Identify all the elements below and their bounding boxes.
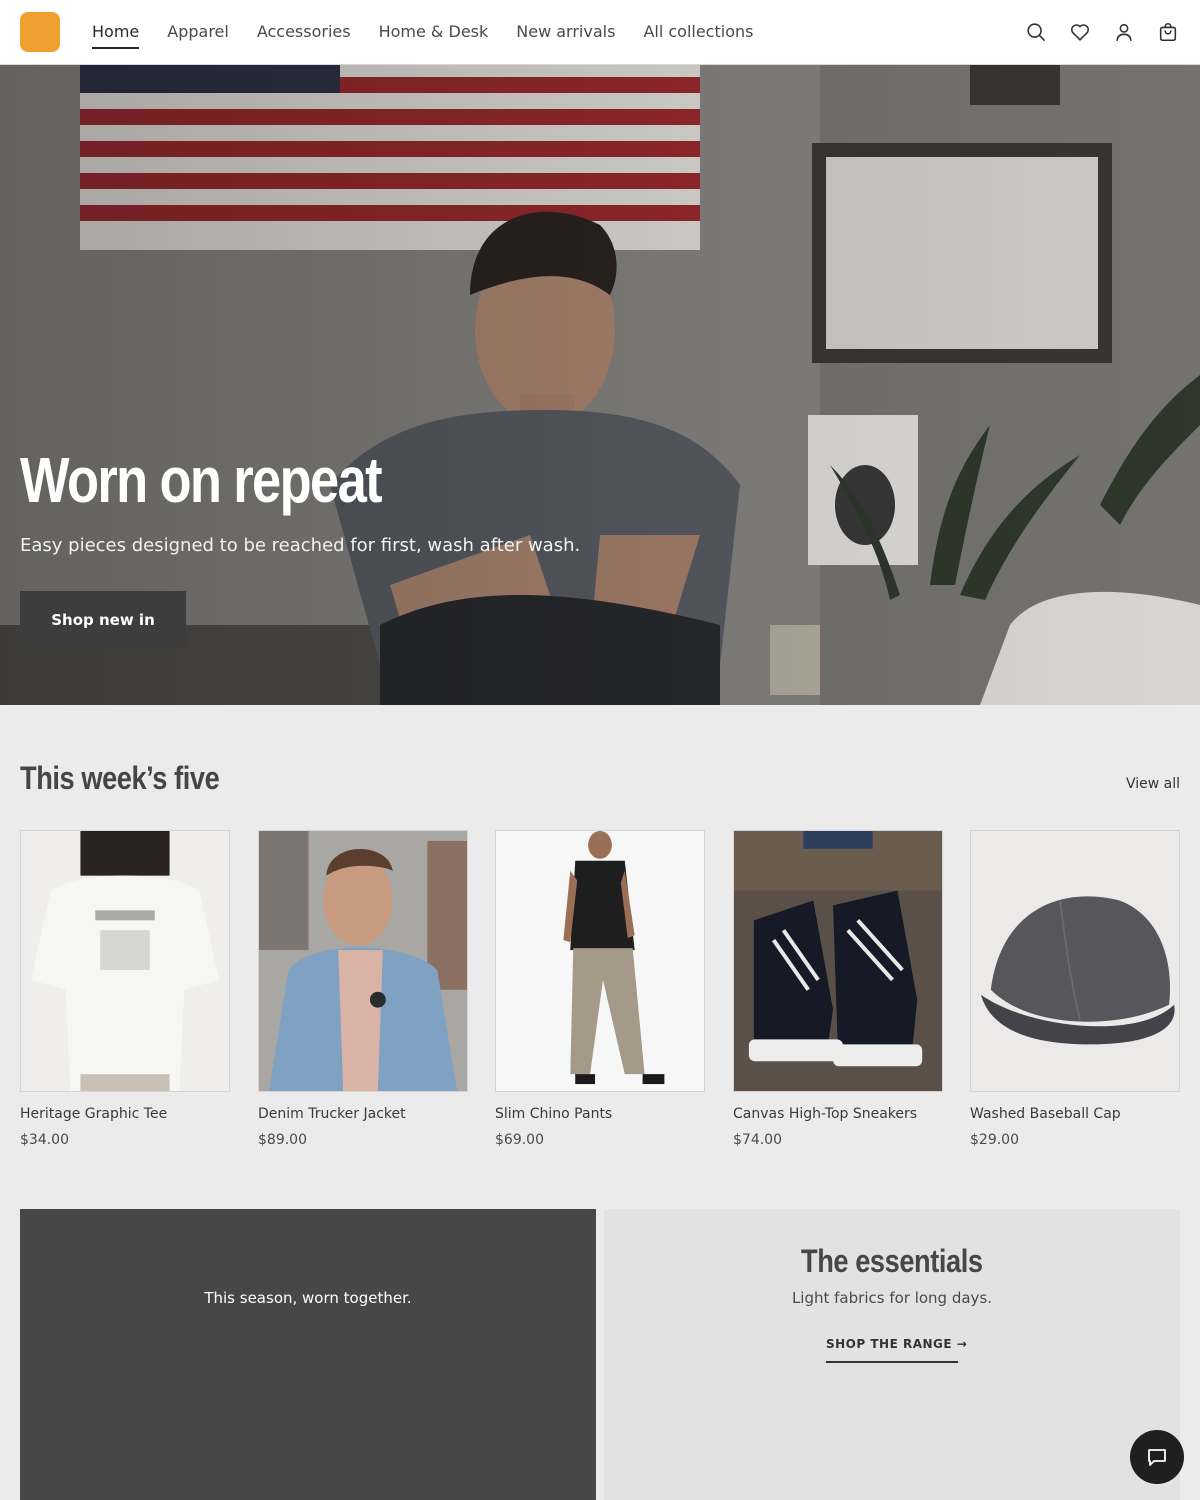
shop-the-range-link[interactable]: SHOP THE RANGE → xyxy=(826,1337,967,1363)
product-image[interactable] xyxy=(258,830,468,1092)
product-name[interactable]: Slim Chino Pants xyxy=(495,1106,612,1122)
product-price: $29.00 xyxy=(970,1132,1019,1148)
shop-new-in-button[interactable]: Shop new in xyxy=(20,591,186,649)
heart-icon[interactable] xyxy=(1068,20,1092,44)
product-card[interactable]: Heritage Graphic Tee $34.00 xyxy=(20,830,230,1160)
product-price: $89.00 xyxy=(258,1132,307,1148)
section-title: This week’s five xyxy=(20,760,220,796)
search-icon[interactable] xyxy=(1024,20,1048,44)
chat-icon xyxy=(1148,1449,1166,1466)
product-price: $34.00 xyxy=(20,1132,69,1148)
product-image[interactable] xyxy=(20,830,230,1092)
header-actions xyxy=(1004,20,1180,44)
nav-item-new-arrivals[interactable]: New arrivals xyxy=(516,0,615,64)
hero-subtitle: Easy pieces designed to be reached for f… xyxy=(20,535,581,556)
promo-block-dark[interactable]: This season, worn together. xyxy=(20,1209,596,1500)
product-card[interactable]: Washed Baseball Cap $29.00 xyxy=(970,830,1180,1160)
cart-icon[interactable] xyxy=(1156,20,1180,44)
account-icon[interactable] xyxy=(1112,20,1136,44)
product-grid: Heritage Graphic Tee $34.00 Denim Trucke… xyxy=(20,830,1180,1160)
product-image[interactable] xyxy=(495,830,705,1092)
product-price: $69.00 xyxy=(495,1132,544,1148)
hero-title: Worn on repeat xyxy=(20,444,383,516)
product-card[interactable]: Slim Chino Pants $69.00 xyxy=(495,830,705,1160)
promo-block-essentials: The essentials Light fabrics for long da… xyxy=(604,1209,1180,1500)
nav-item-accessories[interactable]: Accessories xyxy=(257,0,351,64)
product-name[interactable]: Denim Trucker Jacket xyxy=(258,1106,406,1122)
product-name[interactable]: Heritage Graphic Tee xyxy=(20,1106,167,1122)
essentials-subtitle: Light fabrics for long days. xyxy=(791,1289,993,1307)
product-card[interactable]: Denim Trucker Jacket $89.00 xyxy=(258,830,468,1160)
nav-item-home-desk[interactable]: Home & Desk xyxy=(379,0,489,64)
product-price: $74.00 xyxy=(733,1132,782,1148)
nav-item-all-collections[interactable]: All collections xyxy=(643,0,753,64)
brand-logo[interactable] xyxy=(20,12,60,52)
essentials-title: The essentials xyxy=(604,1243,1180,1280)
nav-item-apparel[interactable]: Apparel xyxy=(167,0,229,64)
main-nav: Home Apparel Accessories Home & Desk New… xyxy=(92,0,781,64)
nav-item-home[interactable]: Home xyxy=(92,0,140,64)
product-image[interactable] xyxy=(733,830,943,1092)
product-image[interactable] xyxy=(970,830,1180,1092)
hero-banner: Worn on repeat Easy pieces designed to b… xyxy=(0,65,1200,705)
site-header: Home Apparel Accessories Home & Desk New… xyxy=(0,0,1200,65)
view-all-link[interactable]: View all xyxy=(1126,776,1180,792)
product-name[interactable]: Washed Baseball Cap xyxy=(970,1106,1121,1122)
essentials-title-text: The essentials xyxy=(801,1243,983,1279)
product-card[interactable]: Canvas High-Top Sneakers $74.00 xyxy=(733,830,943,1160)
product-name[interactable]: Canvas High-Top Sneakers xyxy=(733,1106,917,1122)
promo-dark-text: This season, worn together. xyxy=(204,1289,412,1307)
chat-button[interactable] xyxy=(1130,1430,1184,1484)
